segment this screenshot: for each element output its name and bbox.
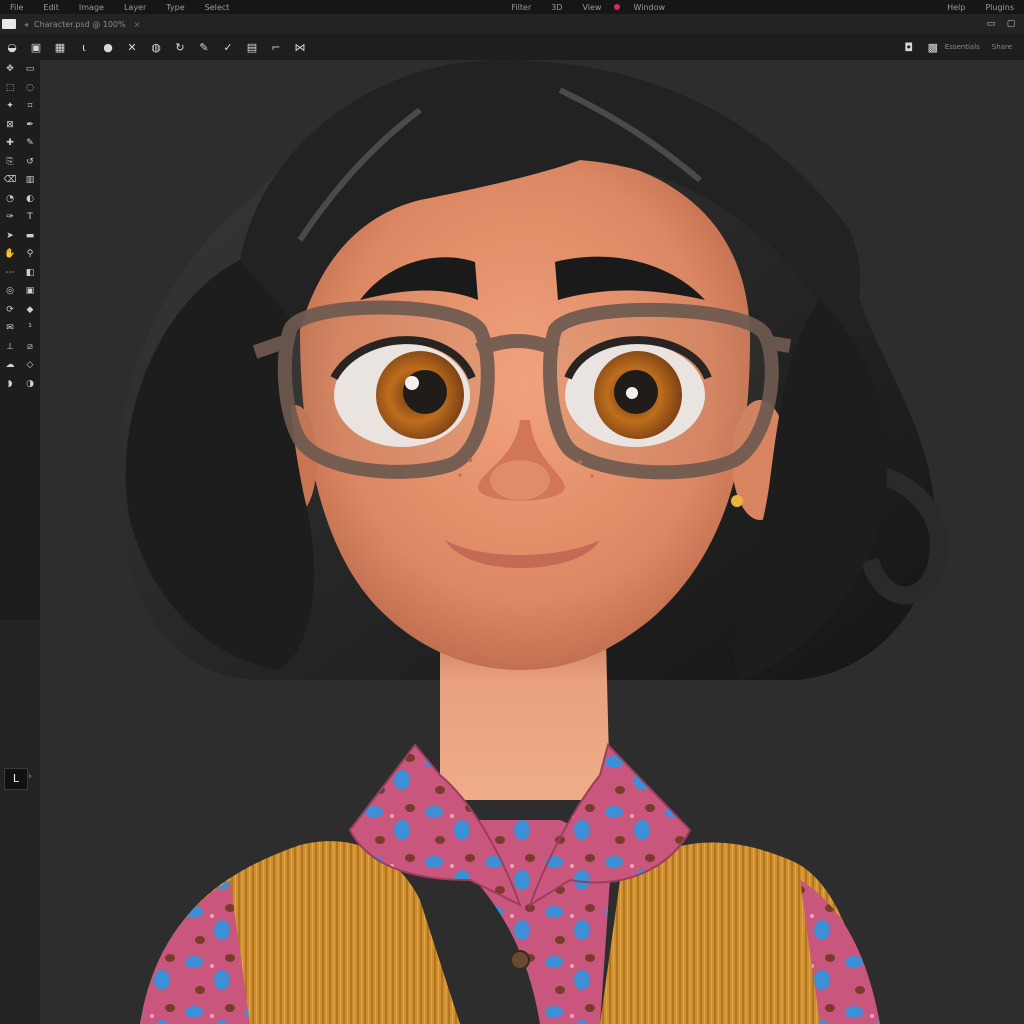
quick-mask-icon[interactable]: ◎ [0, 282, 20, 301]
transform-icon[interactable]: ✕ [120, 41, 144, 54]
shirt-button [510, 950, 530, 970]
count-icon[interactable]: ¹ [20, 319, 40, 338]
align-icon[interactable]: ⌐ [264, 41, 288, 54]
document-icon [2, 19, 16, 29]
menu-select[interactable]: Select [195, 3, 240, 12]
menu-help[interactable]: Help [937, 3, 975, 12]
expand-arrow-icon[interactable]: › [28, 771, 32, 782]
lasso-icon[interactable]: ◌ [20, 79, 40, 98]
bowtie-icon[interactable]: ⋈ [288, 41, 312, 54]
ruler-icon[interactable]: ⟂ [0, 338, 20, 357]
menu-edit[interactable]: Edit [33, 3, 69, 12]
tool-options-bar: ◒ ▣ ▦ ɩ ● ✕ ◍ ↻ ✎ ✓ ▤ ⌐ ⋈ ◘ ▩ Essentials… [0, 34, 1024, 61]
menu-file[interactable]: File [0, 3, 33, 12]
marquee-icon[interactable]: ⬚ [0, 79, 20, 98]
nose-tip [490, 460, 550, 500]
swatch-icon[interactable]: ◧ [20, 264, 40, 283]
pencil-icon[interactable]: ✎ [192, 41, 216, 54]
pen-icon[interactable]: ✑ [0, 208, 20, 227]
arrange-icon[interactable]: ▭ [984, 19, 998, 29]
tab-marker-icon: ◂ [24, 19, 29, 29]
document-canvas[interactable] [40, 60, 1024, 1024]
smudge-icon[interactable]: ☁ [0, 356, 20, 375]
glasses-left-lens [277, 300, 495, 479]
workspace-label[interactable]: Essentials [945, 43, 980, 51]
note-icon[interactable]: ✉ [0, 319, 20, 338]
toolbar-lower-area: L › [0, 620, 40, 1024]
freckle-3 [458, 473, 462, 477]
frame-icon[interactable]: ⊠ [0, 116, 20, 135]
panel-toggle-icon[interactable]: ▢ [1004, 19, 1018, 29]
sphere-icon[interactable]: ◍ [144, 41, 168, 54]
freckle-4 [590, 474, 594, 478]
menu-image[interactable]: Image [69, 3, 114, 12]
burn-icon[interactable]: ◑ [20, 375, 40, 394]
move-icon[interactable]: ✥ [0, 60, 20, 79]
stamp-icon[interactable]: ⎘ [0, 153, 20, 172]
slice-icon[interactable]: ⧄ [20, 338, 40, 357]
freckle-1 [468, 458, 472, 462]
cloud-icon[interactable]: ◘ [897, 41, 921, 54]
menu-view[interactable]: View [572, 3, 611, 12]
eyedropper-icon[interactable]: ✒ [20, 116, 40, 135]
menu-window[interactable]: Window [623, 3, 675, 12]
glasses-right-lens [543, 302, 779, 480]
earring [731, 495, 743, 507]
sponge-icon[interactable]: ◗ [0, 375, 20, 394]
camera-icon[interactable]: ▣ [24, 41, 48, 54]
menu-layer[interactable]: Layer [114, 3, 156, 12]
screen-mode-icon[interactable]: ▣ [20, 282, 40, 301]
check-edit-icon[interactable]: ✓ [216, 41, 240, 54]
layer-button[interactable]: L [4, 768, 28, 790]
feather-icon[interactable]: ɩ [72, 41, 96, 54]
heal-icon[interactable]: ✚ [0, 134, 20, 153]
share-label[interactable]: Share [992, 43, 1012, 51]
circle-icon[interactable]: ● [96, 41, 120, 54]
document-tab-bar: ◂ Character.psd @ 100% × ▭ ▢ [0, 14, 1024, 34]
tools-grid: ✥ ▭ ⬚ ◌ ✦ ⌗ ⊠ ✒ ✚ ✎ ⎘ ↺ ⌫ ▥ ◔ ◐ ✑ T ➤ ▬ ✋ ⚲ ⋯ ◧ ◎ ▣ ⟳ ◆ ✉ ¹ ⟂ ⧄ ☁ ◇ ◗ ◑ [0, 60, 40, 393]
layers-icon[interactable]: ▤ [240, 41, 264, 54]
crop-icon[interactable]: ⌗ [20, 97, 40, 116]
menu-3d[interactable]: 3D [541, 3, 572, 12]
document-tab[interactable]: Character.psd @ 100% [34, 20, 126, 29]
blur-icon[interactable]: ◔ [0, 190, 20, 209]
dodge-icon[interactable]: ◐ [20, 190, 40, 209]
close-tab-icon[interactable]: × [134, 20, 141, 29]
shape-icon[interactable]: ▬ [20, 227, 40, 246]
rotate-view-icon[interactable]: ⟳ [0, 301, 20, 320]
gradient-icon[interactable]: ▥ [20, 171, 40, 190]
menu-plugins[interactable]: Plugins [975, 3, 1024, 12]
menu-type[interactable]: Type [156, 3, 194, 12]
zoom-icon[interactable]: ⚲ [20, 245, 40, 264]
type-icon[interactable]: T [20, 208, 40, 227]
freckle-2 [578, 460, 582, 464]
quick-select-icon[interactable]: ✦ [0, 97, 20, 116]
3d-icon[interactable]: ◆ [20, 301, 40, 320]
path-select-icon[interactable]: ➤ [0, 227, 20, 246]
workspace-icon[interactable]: ▩ [921, 41, 945, 54]
record-indicator-icon [614, 4, 621, 10]
brush-icon[interactable]: ✎ [20, 134, 40, 153]
menu-filter[interactable]: Filter [501, 3, 541, 12]
sharpen-icon[interactable]: ◇ [20, 356, 40, 375]
artboard-icon[interactable]: ▭ [20, 60, 40, 79]
home-icon[interactable]: ◒ [0, 41, 24, 54]
grid-icon[interactable]: ▦ [48, 41, 72, 54]
hand-icon[interactable]: ✋ [0, 245, 20, 264]
history-brush-icon[interactable]: ↺ [20, 153, 40, 172]
edit-toolbar-icon[interactable]: ⋯ [0, 264, 20, 283]
eraser-icon[interactable]: ⌫ [0, 171, 20, 190]
tools-panel: ✥ ▭ ⬚ ◌ ✦ ⌗ ⊠ ✒ ✚ ✎ ⎘ ↺ ⌫ ▥ ◔ ◐ ✑ T ➤ ▬ ✋ ⚲ ⋯ ◧ ◎ ▣ ⟳ ◆ ✉ ¹ ⟂ ⧄ ☁ ◇ ◗ ◑ L › [0, 60, 40, 1024]
character-illustration [40, 60, 1024, 1024]
menu-bar: File Edit Image Layer Type Select Filter… [0, 0, 1024, 14]
rotate-icon[interactable]: ↻ [168, 41, 192, 54]
glasses-right-arm [763, 335, 792, 353]
